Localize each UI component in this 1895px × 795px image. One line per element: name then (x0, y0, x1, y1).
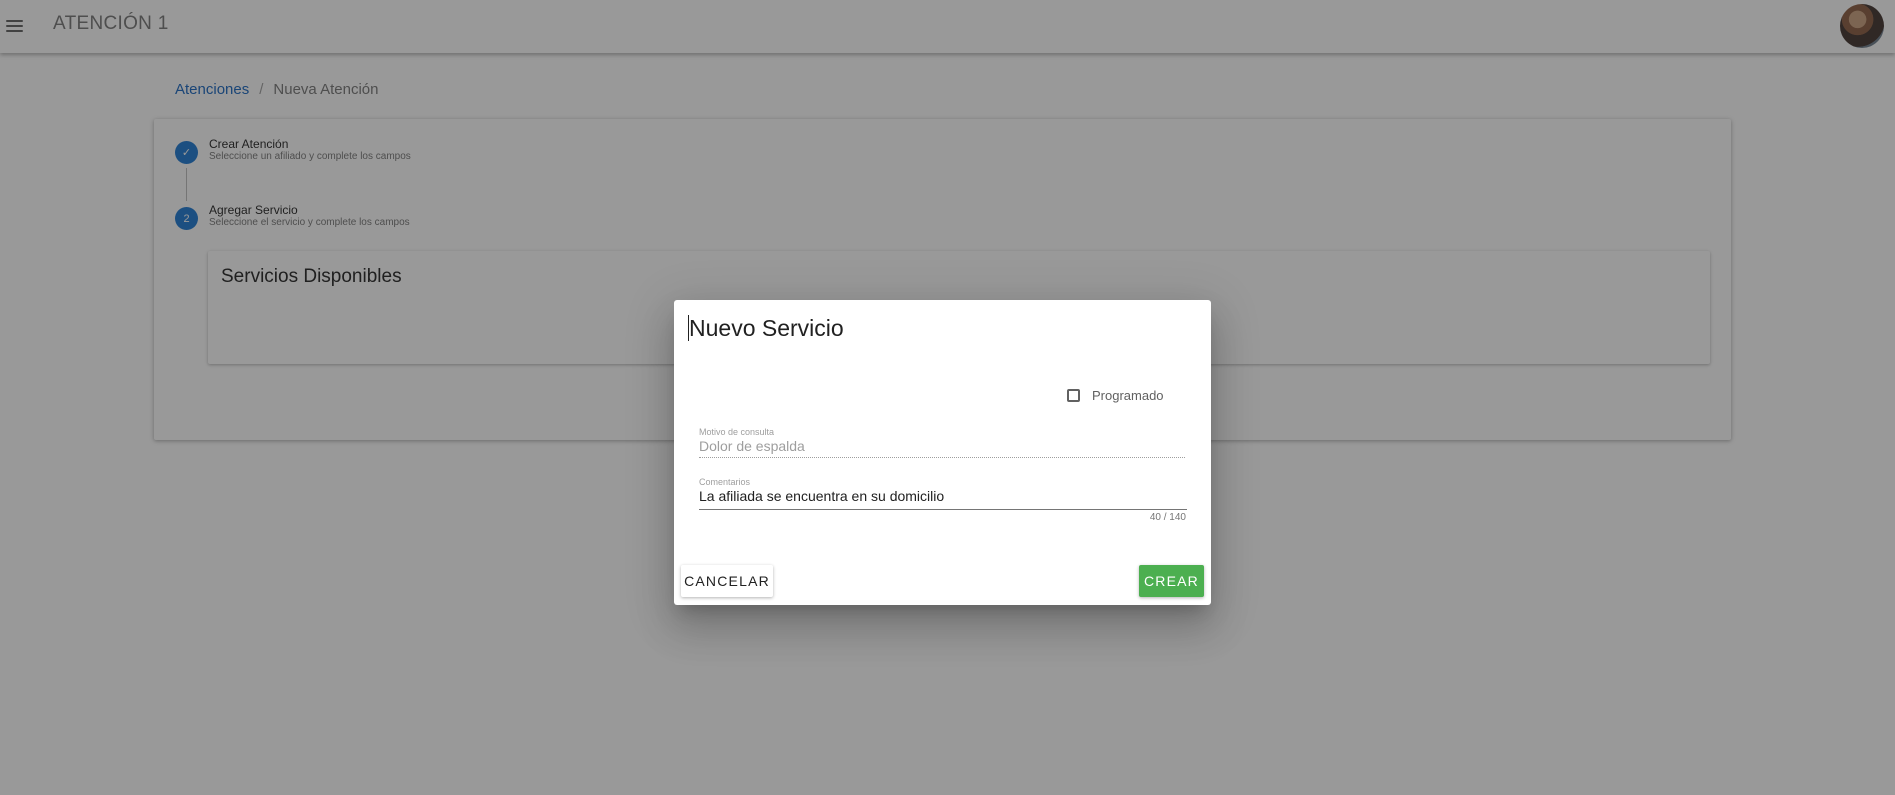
nuevo-servicio-dialog: Nuevo Servicio Programado Motivo de cons… (674, 300, 1211, 605)
create-button[interactable]: CREAR (1139, 565, 1204, 597)
checkbox-label: Programado (1092, 388, 1164, 403)
programado-checkbox[interactable]: Programado (1067, 388, 1164, 403)
character-counter: 40 / 140 (1149, 512, 1186, 523)
comentarios-input[interactable]: La afiliada se encuentra en su domicilio (699, 487, 1186, 505)
cancel-button[interactable]: CANCELAR (681, 565, 773, 597)
checkbox-icon[interactable] (1067, 389, 1080, 402)
motivo-field: Motivo de consulta Dolor de espalda (699, 427, 1186, 458)
comentarios-underline (699, 509, 1187, 510)
comentarios-label: Comentarios (699, 477, 751, 487)
motivo-underline (699, 457, 1185, 458)
motivo-value: Dolor de espalda (699, 438, 805, 454)
comentarios-field[interactable]: Comentarios La afiliada se encuentra en … (699, 477, 1187, 523)
motivo-label: Motivo de consulta (699, 427, 775, 437)
dialog-title: Nuevo Servicio (688, 315, 844, 341)
